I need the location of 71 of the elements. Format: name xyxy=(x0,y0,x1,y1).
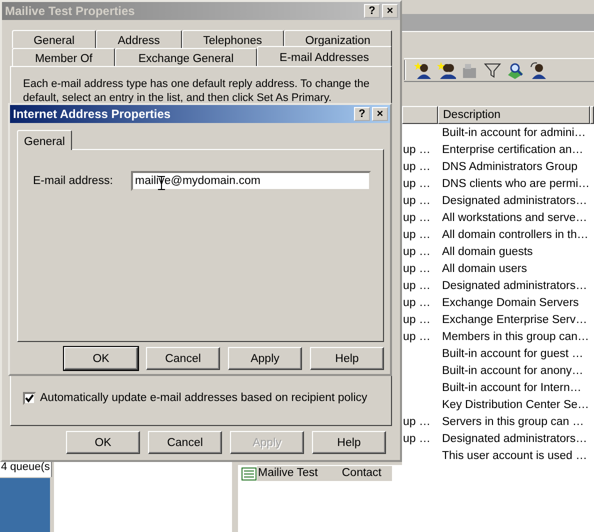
table-cell-text: up … xyxy=(402,228,432,242)
column-header[interactable]: Description xyxy=(438,106,590,124)
table-cell-text: Built-in account for admini… xyxy=(441,126,586,140)
table-cell-text: All domain controllers in th… xyxy=(441,228,588,242)
table-cell-text: Built-in account for anony… xyxy=(441,364,584,378)
table-cell-text: up … xyxy=(402,160,432,174)
table-cell-text: Designated administrators… xyxy=(441,432,588,446)
tab[interactable]: Address xyxy=(96,30,182,48)
table-cell-text: up … xyxy=(402,414,432,428)
list-item[interactable]: Mailive Test xyxy=(257,466,332,481)
dialog-button[interactable]: Cancel xyxy=(146,347,220,370)
filter-icon[interactable] xyxy=(483,60,502,80)
checkbox-label: Automatically update e-mail addresses based on recipient policy xyxy=(40,391,368,405)
table-cell-text: All domain guests xyxy=(441,244,533,258)
table-cell-text: Enterprise certification an… xyxy=(441,142,584,156)
table-cell-text: up … xyxy=(402,262,432,276)
table-cell-text: up … xyxy=(402,142,432,156)
help-button[interactable]: ? xyxy=(354,107,370,121)
close-button[interactable]: × xyxy=(382,4,398,18)
window-title: Internet Address Properties xyxy=(13,107,172,121)
dialog-button[interactable]: Apply xyxy=(228,347,302,370)
table-cell-text: up … xyxy=(402,210,432,224)
side-panel xyxy=(0,478,50,532)
tab[interactable]: Telephones xyxy=(182,30,284,48)
table-cell-text: up … xyxy=(402,312,432,326)
table-cell-text: Designated administrators… xyxy=(441,278,588,292)
column-header[interactable] xyxy=(402,106,438,124)
table-cell-text: All domain users xyxy=(441,262,528,276)
dialog-button[interactable]: OK xyxy=(66,431,140,454)
checkbox[interactable] xyxy=(23,392,36,404)
table-cell-text: up … xyxy=(402,278,432,292)
table-cell-text: up … xyxy=(402,296,432,310)
check-icon xyxy=(25,394,34,402)
tab[interactable]: Member Of xyxy=(12,48,116,66)
table-cell-text: All workstations and serve… xyxy=(441,210,588,224)
table-cell-text: Built-in account for Intern… xyxy=(441,380,582,394)
user-arrow-icon[interactable] xyxy=(529,60,548,80)
tab[interactable]: Exchange General xyxy=(115,48,257,66)
help-button[interactable]: ? xyxy=(364,4,380,18)
users-star-icon[interactable] xyxy=(437,60,456,80)
close-button[interactable]: × xyxy=(372,107,388,121)
table-cell-text: up … xyxy=(402,432,432,446)
tab[interactable]: General xyxy=(17,130,72,150)
table-cell: Contact xyxy=(332,466,392,481)
table-cell-text: Servers in this group can … xyxy=(441,414,584,428)
field-label: E-mail address: xyxy=(33,174,114,188)
table-cell-text: Exchange Domain Servers xyxy=(441,296,579,310)
table-cell-text: up … xyxy=(402,244,432,258)
description-text: Each e-mail address type has one default reply address. To change the xyxy=(23,77,370,91)
search-icon[interactable] xyxy=(506,60,525,80)
column-header[interactable] xyxy=(590,106,594,124)
table-cell-text: up … xyxy=(402,176,432,190)
dialog-button[interactable]: Help xyxy=(312,431,386,454)
table-cell-text: DNS clients who are permi… xyxy=(441,176,590,190)
table-cell-text: Built-in account for guest … xyxy=(441,346,584,360)
table-cell-text: Members in this group can… xyxy=(441,330,590,344)
window-title: Mailive Test Properties xyxy=(5,4,136,18)
dialog-button[interactable]: OK xyxy=(64,347,138,370)
dialog-button[interactable]: Help xyxy=(310,347,384,370)
description-text: default, select an entry in the list, and then click Set As Primary. xyxy=(23,91,332,105)
table-cell-text: up … xyxy=(402,194,432,208)
user-star-icon[interactable] xyxy=(414,60,433,80)
table-cell-text: Designated administrators… xyxy=(441,194,588,208)
tab[interactable]: General xyxy=(12,30,96,48)
table-cell-text: This user account is used … xyxy=(441,448,588,462)
table-cell-text: DNS Administrators Group xyxy=(441,160,578,174)
dialog-button[interactable]: Cancel xyxy=(148,431,222,454)
table-cell-text: up … xyxy=(402,330,432,344)
table-cell-text: Exchange Enterprise Serv… xyxy=(441,312,588,326)
table-cell-text: Key Distribution Center Se… xyxy=(441,398,590,412)
tab[interactable]: E-mail Addresses xyxy=(256,46,392,66)
